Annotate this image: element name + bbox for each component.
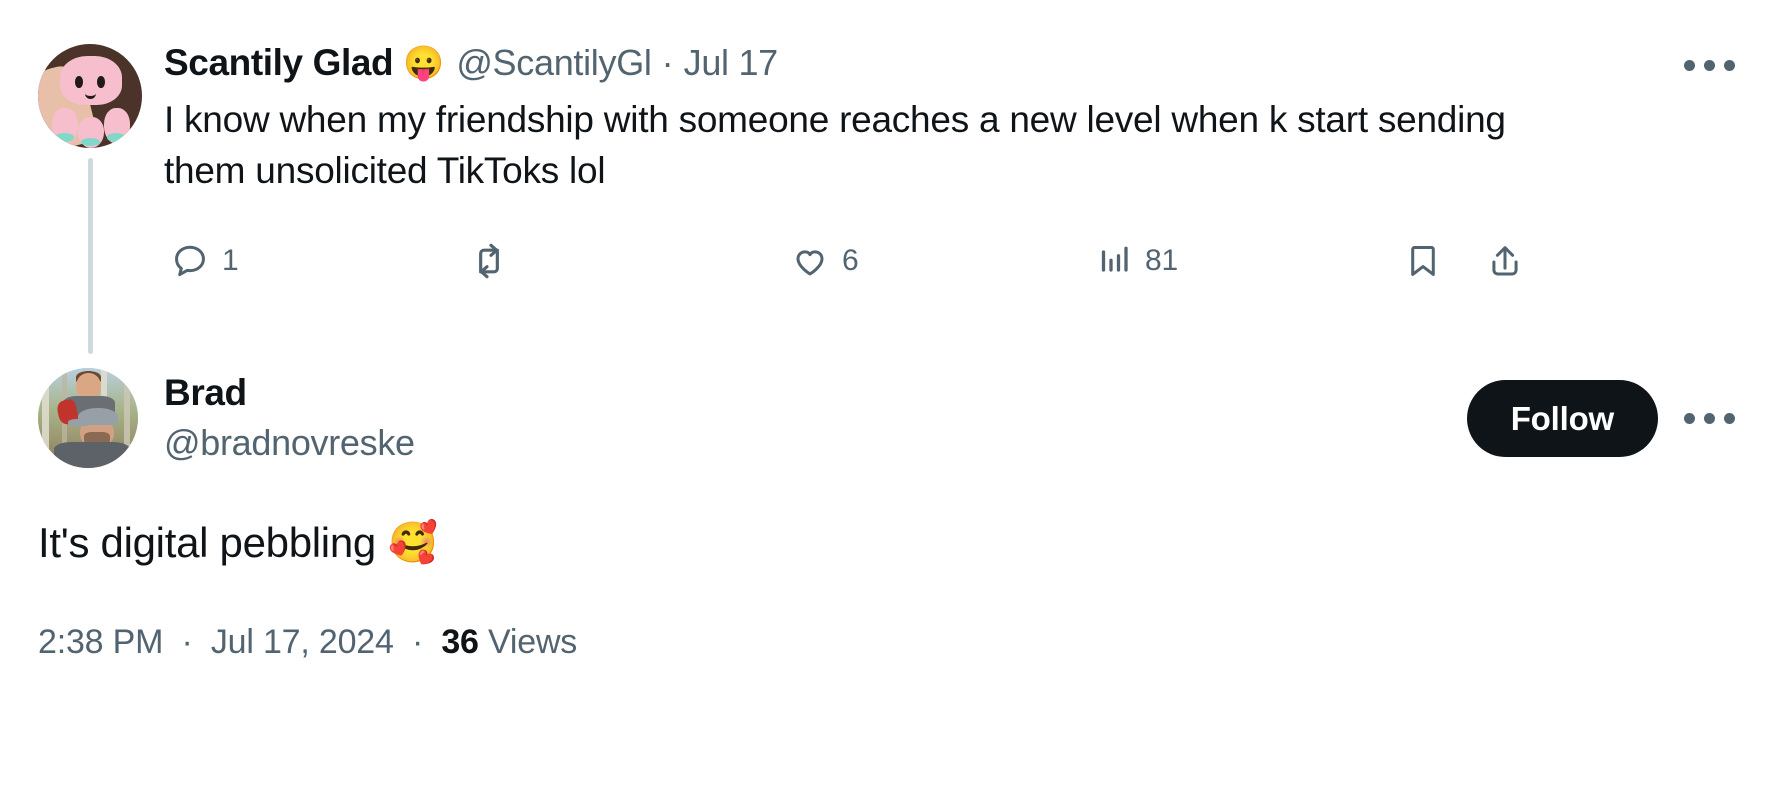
separator-dot: · [661, 41, 674, 83]
man-and-child-photo [38, 368, 138, 468]
reply-views-label: Views [488, 622, 578, 661]
reply-identity: Brad @bradnovreske [138, 371, 1467, 464]
parent-tweet[interactable]: Scantily Glad 😛 @ScantilyGl · Jul 17 I k… [0, 0, 1782, 354]
meta-separator: · [411, 622, 424, 661]
retweet-button[interactable] [469, 241, 522, 281]
reply-tweet[interactable]: Brad @bradnovreske Follow It's digital p… [0, 368, 1782, 662]
author-display-name[interactable]: Scantily Glad [164, 44, 394, 81]
heart-icon [791, 242, 829, 280]
reply-more-options-button[interactable] [1684, 412, 1744, 424]
follow-area: Follow [1466, 379, 1744, 457]
meta-separator: · [181, 622, 193, 661]
analytics-bars-icon [1096, 243, 1132, 279]
avatar[interactable] [38, 368, 138, 468]
bookmark-button[interactable] [1404, 242, 1442, 280]
reply-time: 2:38 PM [38, 622, 164, 661]
bookmark-icon [1404, 242, 1442, 280]
like-count: 6 [842, 244, 859, 278]
more-dot [1704, 60, 1715, 71]
like-button[interactable]: 6 [791, 242, 859, 280]
reply-views-count: 36 [441, 622, 479, 661]
parent-more-options-button[interactable] [1684, 60, 1744, 71]
more-dot [1684, 412, 1695, 424]
share-button[interactable] [1486, 242, 1524, 280]
reply-date: Jul 17, 2024 [210, 622, 394, 661]
share-upload-icon [1486, 242, 1524, 280]
more-dot [1684, 60, 1695, 71]
reply-header: Brad @bradnovreske Follow [38, 368, 1744, 468]
tweet-date[interactable]: Jul 17 [684, 44, 779, 81]
avatar[interactable] [38, 44, 142, 148]
reply-count: 1 [222, 244, 239, 278]
more-dot [1724, 412, 1735, 424]
more-dot [1704, 412, 1715, 424]
reply-author-handle[interactable]: @bradnovreske [164, 420, 1467, 465]
thread-connector-line [87, 158, 93, 354]
reply-button[interactable]: 1 [171, 242, 239, 280]
parent-author-row: Scantily Glad 😛 @ScantilyGl · Jul 17 [164, 44, 1738, 81]
reply-meta-row: 2:38 PM · Jul 17, 2024 · 36 Views [38, 623, 1744, 662]
tweet-thread-page: Scantily Glad 😛 @ScantilyGl · Jul 17 I k… [0, 0, 1782, 786]
parent-tweet-text: I know when my friendship with someone r… [164, 99, 1506, 191]
reply-icon [171, 242, 209, 280]
retweet-icon [469, 241, 509, 281]
parent-tweet-body: Scantily Glad 😛 @ScantilyGl · Jul 17 I k… [142, 44, 1738, 290]
tongue-out-emoji-icon: 😛 [403, 44, 445, 81]
author-handle[interactable]: @ScantilyGl [456, 44, 652, 81]
parent-avatar-column [38, 44, 142, 354]
reply-author-display-name[interactable]: Brad [164, 371, 1467, 415]
smiling-face-with-hearts-emoji-icon: 🥰 [387, 521, 438, 566]
parent-action-bar: 1 6 81 [164, 232, 1524, 290]
views-button[interactable]: 81 [1096, 243, 1178, 279]
octopus-plush-image [38, 44, 142, 148]
reply-tweet-text: It's digital pebbling 🥰 [38, 516, 1744, 571]
more-dot [1724, 60, 1735, 71]
follow-button[interactable]: Follow [1466, 379, 1658, 457]
views-count: 81 [1145, 244, 1178, 278]
reply-text-content: It's digital pebbling [38, 519, 376, 566]
